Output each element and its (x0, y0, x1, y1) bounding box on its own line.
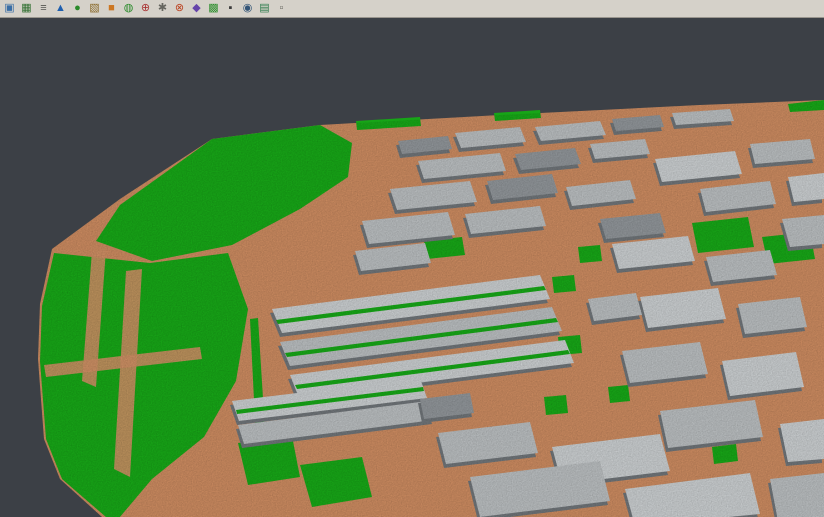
main-toolbar: ▣▦≡▲●▧■◍⊕✱⊗◆▩▪◉▤▫ (0, 0, 824, 18)
camera-icon[interactable]: ◉ (240, 1, 255, 16)
sphere-tool-icon[interactable]: ◍ (121, 1, 136, 16)
mesh-icon[interactable]: ▲ (53, 1, 68, 16)
crop-icon[interactable]: ■ (104, 1, 119, 16)
open-cloud-icon[interactable]: ▣ (2, 1, 17, 16)
delete-icon[interactable]: ⊗ (172, 1, 187, 16)
help-icon[interactable]: ▫ (274, 1, 289, 16)
save-icon[interactable]: ▦ (19, 1, 34, 16)
layers-icon[interactable]: ▤ (257, 1, 272, 16)
segment-icon[interactable]: ◆ (189, 1, 204, 16)
octree-icon[interactable]: ▧ (87, 1, 102, 16)
pointcloud-noise-overlay (0, 18, 824, 517)
app-window: ▣▦≡▲●▧■◍⊕✱⊗◆▩▪◉▤▫ (0, 0, 824, 517)
grid-icon[interactable]: ▩ (206, 1, 221, 16)
subsample-icon[interactable]: ● (70, 1, 85, 16)
clone-icon[interactable]: ≡ (36, 1, 51, 16)
viewport-3d[interactable] (0, 18, 824, 517)
scene-canvas[interactable] (0, 18, 824, 517)
point-size-icon[interactable]: ▪ (223, 1, 238, 16)
settings-icon[interactable]: ✱ (155, 1, 170, 16)
register-icon[interactable]: ⊕ (138, 1, 153, 16)
